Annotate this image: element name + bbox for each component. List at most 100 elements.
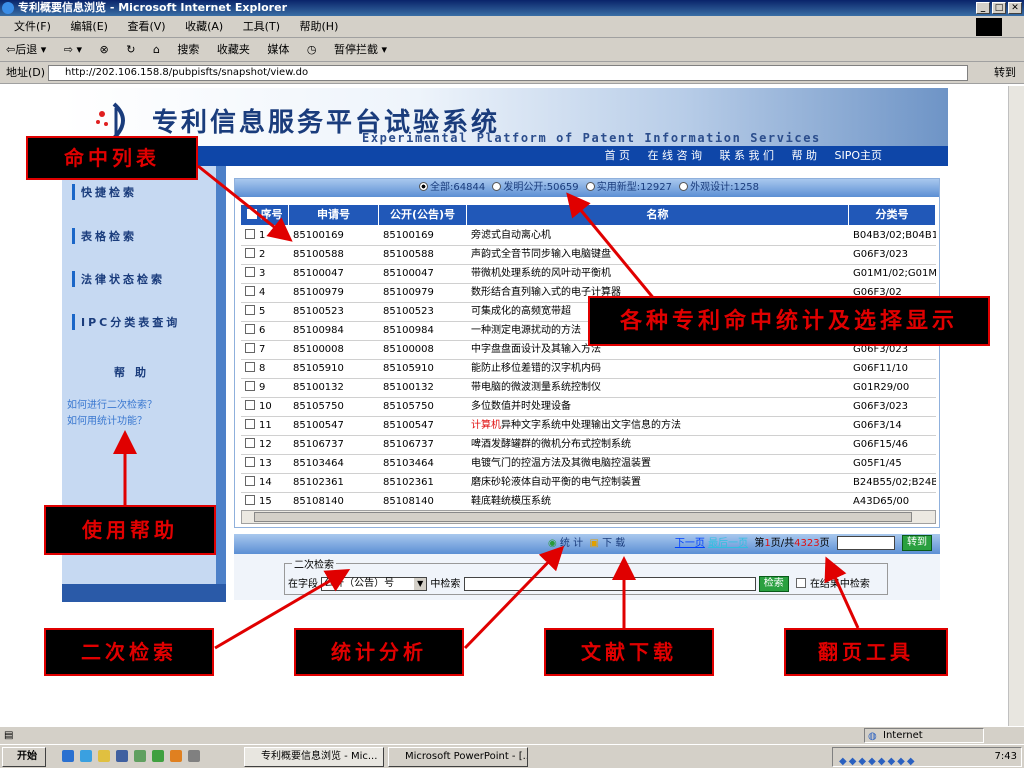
menu-view[interactable]: 查看(V) [127, 20, 165, 33]
cell-name[interactable]: 磨床砂轮液体自动平衡的电气控制装置 [467, 474, 849, 492]
start-button[interactable]: 开始 [2, 747, 46, 767]
sidebar-item-legal-status[interactable]: 法律状态检索 [72, 271, 165, 287]
tree-quicklaunch-icon[interactable] [152, 750, 164, 762]
filter-all[interactable]: 全部:64844 [430, 182, 485, 193]
folder-quicklaunch-icon[interactable] [98, 750, 110, 762]
field-select[interactable]: 公开（公告）号 ▼ [321, 577, 428, 591]
menu-favorites[interactable]: 收藏(A) [185, 20, 223, 33]
radio-utility-icon[interactable] [585, 182, 595, 191]
desktop-quicklaunch-icon[interactable] [116, 750, 128, 762]
cell-name[interactable]: 带微机处理系统的风叶动平衡机 [467, 265, 849, 283]
nav-consult[interactable]: 在 线 咨 询 [647, 149, 702, 162]
filter-design[interactable]: 外观设计:1258 [690, 182, 759, 193]
filter-utility[interactable]: 实用新型:12927 [597, 182, 672, 193]
cell-name[interactable]: 能防止移位差错的汉字机内码 [467, 360, 849, 378]
chevron-down-icon[interactable]: ▼ [414, 578, 427, 590]
row-checkbox[interactable] [245, 286, 255, 296]
go-button[interactable]: 转到 [994, 62, 1016, 84]
cell-name[interactable]: 声韵式全音节同步输入电脑键盘 [467, 246, 849, 264]
cell-name[interactable]: 电镀气门的控温方法及其微电脑控温装置 [467, 455, 849, 473]
table-row[interactable]: 10 85105750 85105750 多位数值并时处理设备 G06F3/023 [241, 398, 936, 417]
nav-contact[interactable]: 联 系 我 们 [719, 149, 774, 162]
table-row[interactable]: 11 85100547 85100547 计算机异种文字系统中处理输出文字信息的方法 G… [241, 417, 936, 436]
menu-file[interactable]: 文件(F) [14, 20, 51, 33]
filter-invention[interactable]: 发明公开:50659 [503, 182, 578, 193]
row-checkbox[interactable] [245, 438, 255, 448]
table-row[interactable]: 14 85102361 85102361 磨床砂轮液体自动平衡的电气控制装置 B24B5… [241, 474, 936, 493]
row-checkbox[interactable] [245, 381, 255, 391]
row-checkbox[interactable] [245, 457, 255, 467]
cell-name[interactable]: 带电脑的微波测量系统控制仪 [467, 379, 849, 397]
table-row[interactable]: 8 85105910 85105910 能防止移位差错的汉字机内码 G06F11/10 [241, 360, 936, 379]
row-checkbox[interactable] [245, 343, 255, 353]
secondary-search-button[interactable]: 检索 [758, 576, 789, 592]
nav-sipo[interactable]: SIPO主页 [834, 149, 882, 162]
search-in-result-checkbox[interactable] [795, 578, 806, 588]
back-button[interactable]: ⇦后退 ▾ [6, 43, 46, 56]
search-button[interactable]: 搜索 [177, 43, 199, 56]
stop-icon[interactable]: ⊗ [100, 43, 109, 56]
download-icon[interactable]: ▣ [589, 538, 598, 549]
row-checkbox[interactable] [245, 229, 255, 239]
task-powerpoint-window[interactable]: Microsoft PowerPoint - [... [388, 747, 528, 767]
table-row[interactable]: 3 85100047 85100047 带微机处理系统的风叶动平衡机 G01M1/02;… [241, 265, 936, 284]
vertical-scrollbar[interactable] [1008, 86, 1024, 726]
nav-home[interactable]: 首 页 [604, 149, 630, 162]
minimize-button[interactable]: _ [976, 2, 990, 14]
maximize-button[interactable]: □ [992, 2, 1006, 14]
sidebar-item-table-search[interactable]: 表格检索 [72, 228, 137, 244]
help-link-secondary[interactable]: 如何进行二次检索？ [67, 396, 157, 411]
media-button[interactable]: 媒体 [267, 43, 289, 56]
page-number-input[interactable] [836, 536, 895, 550]
window-quicklaunch-icon[interactable] [188, 750, 200, 762]
nav-help[interactable]: 帮 助 [791, 149, 817, 162]
media-quicklaunch-icon[interactable] [134, 750, 146, 762]
row-checkbox[interactable] [245, 419, 255, 429]
row-checkbox[interactable] [245, 324, 255, 334]
table-row[interactable]: 9 85100132 85100132 带电脑的微波测量系统控制仪 G01R29/00 [241, 379, 936, 398]
cell-name[interactable]: 鞋底鞋统模压系统 [467, 493, 849, 511]
address-input[interactable]: http://202.106.158.8/pubpisfts/snapshot/… [48, 65, 968, 81]
cell-name[interactable]: 啤酒发酵罐群的微机分布式控制系统 [467, 436, 849, 454]
table-row[interactable]: 1 85100169 85100169 旁滤式自动离心机 B04B3/02;B04B1.… [241, 227, 936, 246]
favorites-button[interactable]: 收藏夹 [217, 43, 250, 56]
ie-quicklaunch-icon[interactable] [62, 750, 74, 762]
row-checkbox[interactable] [245, 305, 255, 315]
popup-block-button[interactable]: 暂停拦截 ▾ [334, 43, 387, 56]
row-checkbox[interactable] [245, 400, 255, 410]
close-button[interactable]: ✕ [1008, 2, 1022, 14]
row-checkbox[interactable] [245, 362, 255, 372]
refresh-icon[interactable]: ↻ [126, 43, 135, 56]
next-page-link[interactable]: 下一页 [675, 538, 705, 549]
row-checkbox[interactable] [245, 495, 255, 505]
scroll-thumb[interactable] [254, 512, 912, 522]
forward-button[interactable]: ⇨ ▾ [64, 43, 82, 56]
menu-help[interactable]: 帮助(H) [300, 20, 339, 33]
radio-all-icon[interactable] [419, 182, 429, 191]
select-all-checkbox[interactable] [246, 209, 257, 219]
header-no[interactable]: 序号 [241, 205, 289, 225]
radio-design-icon[interactable] [679, 182, 689, 191]
sidebar-item-quick-search[interactable]: 快捷检索 [72, 184, 137, 200]
task-ie-window[interactable]: 专利概要信息浏览 - Mic... [244, 747, 384, 767]
row-checkbox[interactable] [245, 248, 255, 258]
stats-icon[interactable]: ◉ [548, 538, 557, 549]
goto-page-button[interactable]: 转到 [902, 535, 932, 551]
table-row[interactable]: 2 85100588 85100588 声韵式全音节同步输入电脑键盘 G06F3/023 [241, 246, 936, 265]
home-icon[interactable]: ⌂ [153, 43, 160, 56]
help-link-stats[interactable]: 如何用统计功能？ [67, 412, 147, 427]
table-row[interactable]: 12 85106737 85106737 啤酒发酵罐群的微机分布式控制系统 G06F15… [241, 436, 936, 455]
download-button[interactable]: 下 载 [602, 538, 625, 549]
stats-button[interactable]: 统 计 [560, 538, 583, 549]
keyword-input[interactable] [463, 577, 756, 591]
outlook-quicklaunch-icon[interactable] [80, 750, 92, 762]
cell-name[interactable]: 计算机异种文字系统中处理输出文字信息的方法 [467, 417, 849, 435]
radio-invention-icon[interactable] [492, 182, 502, 191]
history-icon[interactable]: ◷ [307, 43, 317, 56]
cell-name[interactable]: 多位数值并时处理设备 [467, 398, 849, 416]
sidebar-item-ipc[interactable]: IPC分类表查询 [72, 314, 180, 330]
row-checkbox[interactable] [245, 267, 255, 277]
tray-icons[interactable]: ◆◆◆◆◆◆◆◆ [839, 751, 917, 773]
table-row[interactable]: 13 85103464 85103464 电镀气门的控温方法及其微电脑控温装置 G05F… [241, 455, 936, 474]
menu-edit[interactable]: 编辑(E) [70, 20, 108, 33]
